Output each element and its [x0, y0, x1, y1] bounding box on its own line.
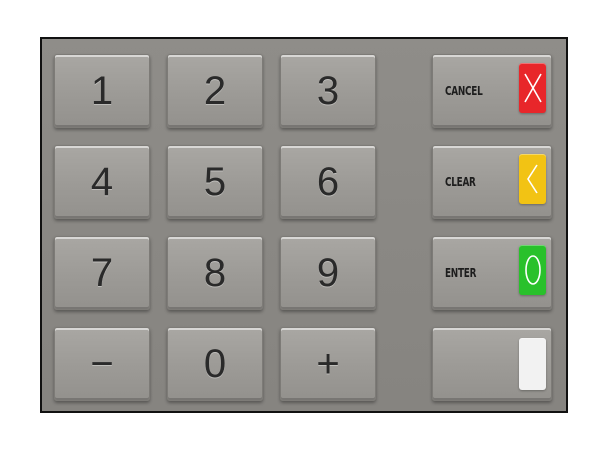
x-icon-glyph [523, 73, 542, 103]
key-7[interactable]: 7 [54, 236, 150, 310]
key-5-label: 5 [203, 159, 227, 204]
key-2-label: 2 [203, 68, 227, 113]
enter-button[interactable]: ENTER [432, 236, 552, 310]
key-8-label: 8 [203, 250, 227, 295]
x-icon [519, 63, 546, 113]
key-1-label: 1 [90, 68, 114, 113]
key-plus-label: + [316, 341, 340, 386]
key-5[interactable]: 5 [167, 145, 263, 219]
circle-icon [519, 245, 546, 295]
clear-label: CLEAR [445, 175, 476, 189]
enter-label: ENTER [445, 266, 477, 280]
key-9-label: 9 [316, 250, 340, 295]
key-4[interactable]: 4 [54, 145, 150, 219]
cancel-label: CANCEL [445, 84, 483, 98]
key-plus[interactable]: + [280, 327, 376, 401]
circle-icon-glyph [524, 255, 541, 285]
chevron-left-icon-glyph [526, 164, 538, 194]
chevron-left-icon [519, 154, 546, 204]
key-8[interactable]: 8 [167, 236, 263, 310]
key-6-label: 6 [316, 159, 340, 204]
key-0-label: 0 [203, 341, 227, 386]
key-6[interactable]: 6 [280, 145, 376, 219]
atm-keypad: 1 2 3 4 5 6 7 8 9 − 0 + CANCEL CLEAR ENT… [40, 37, 568, 413]
key-3[interactable]: 3 [280, 54, 376, 128]
key-4-label: 4 [90, 159, 114, 204]
cancel-button[interactable]: CANCEL [432, 54, 552, 128]
key-9[interactable]: 9 [280, 236, 376, 310]
clear-button[interactable]: CLEAR [432, 145, 552, 219]
key-1[interactable]: 1 [54, 54, 150, 128]
key-2[interactable]: 2 [167, 54, 263, 128]
blank-indicator [519, 338, 546, 390]
key-3-label: 3 [316, 68, 340, 113]
key-minus-label: − [90, 341, 114, 386]
key-7-label: 7 [90, 250, 114, 295]
key-0[interactable]: 0 [167, 327, 263, 401]
blank-button[interactable] [432, 327, 552, 401]
key-minus[interactable]: − [54, 327, 150, 401]
